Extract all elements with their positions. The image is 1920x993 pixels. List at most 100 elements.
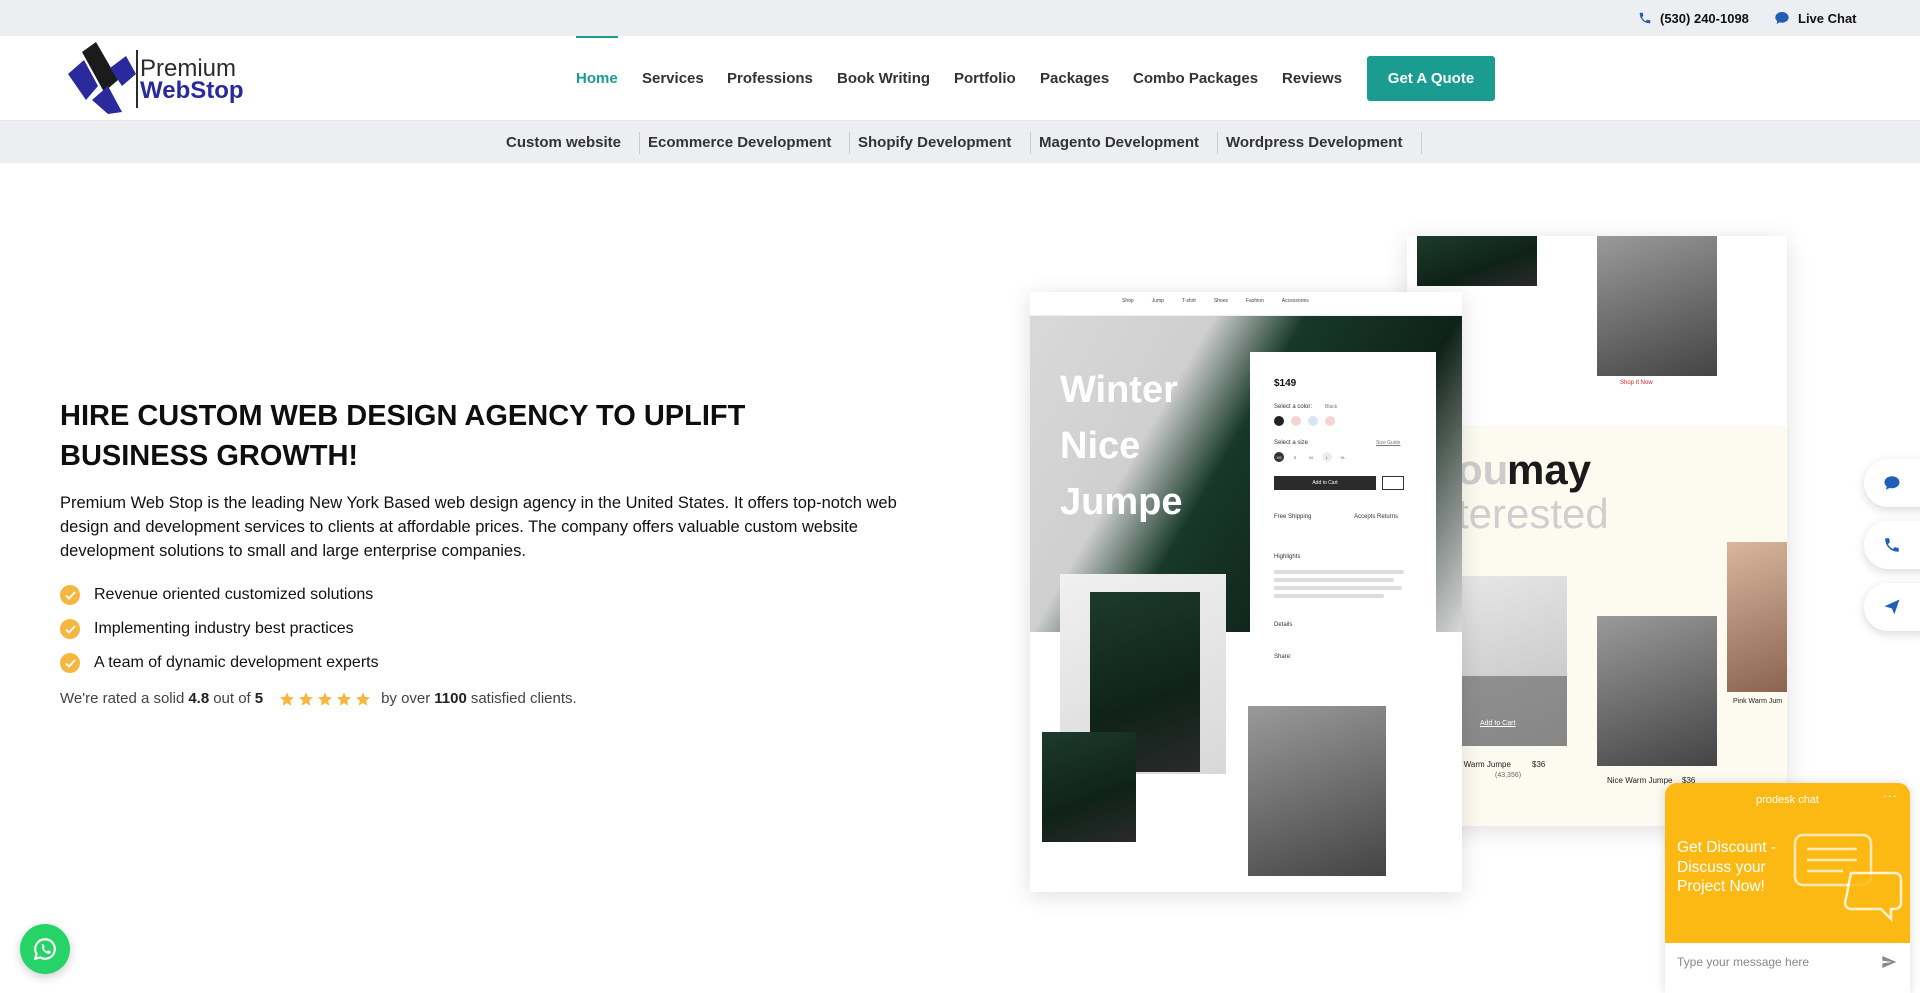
- list-item: Implementing industry best practices: [60, 612, 379, 646]
- side-send-button[interactable]: [1864, 583, 1920, 631]
- hero-bullet-list: Revenue oriented customized solutions Im…: [60, 578, 379, 680]
- hero-description: Premium Web Stop is the leading New York…: [60, 494, 897, 560]
- star-rating: [279, 691, 371, 707]
- mockup-price: $149: [1274, 378, 1297, 389]
- phone-icon: [1639, 12, 1651, 24]
- mockup-nav-item: T-shirt: [1181, 298, 1196, 304]
- rating-score: 4.8: [188, 690, 210, 707]
- check-icon: [60, 585, 80, 605]
- mockup-back-card: Shop It Now ou may terested Add to Cart …: [1407, 236, 1787, 826]
- subnav-shopify-development[interactable]: Shopify Development: [858, 121, 1011, 163]
- mockup-hero-line: Jumpe: [1060, 481, 1183, 523]
- mockup-color-value: Black: [1325, 404, 1338, 410]
- mockup-size: XL: [1340, 454, 1346, 460]
- mockup-nav-item: Shop: [1122, 298, 1134, 304]
- logo-text: Premium WebStop: [140, 57, 244, 104]
- top-utility-bar: (530) 240-1098 Live Chat: [0, 0, 1920, 36]
- rating-by: by over: [381, 690, 431, 707]
- nav-reviews[interactable]: Reviews: [1282, 36, 1342, 121]
- more-icon[interactable]: ···: [1883, 787, 1897, 803]
- mockup-interested-text: terested: [1457, 490, 1609, 537]
- phone-number: (530) 240-1098: [1660, 10, 1749, 26]
- star-icon: [337, 691, 352, 706]
- chat-bubble-icon: [1775, 12, 1789, 24]
- list-item: A team of dynamic development experts: [60, 646, 379, 680]
- mockup-text-line: [1274, 570, 1404, 574]
- chat-widget[interactable]: prodesk chat ··· Get Discount - Discuss …: [1665, 783, 1910, 993]
- mockup-size-guide: Size Guide: [1376, 440, 1401, 446]
- mockup-photo: [1042, 732, 1136, 842]
- mockup-photo: [1727, 542, 1787, 692]
- nav-home[interactable]: Home: [576, 36, 618, 121]
- mockup-size: M: [1309, 454, 1313, 460]
- mockup-product-1-price: $36: [1532, 760, 1546, 769]
- mockup-nav-item: Fashion: [1246, 298, 1264, 304]
- mockup-photo: [1248, 706, 1386, 876]
- mockup-overlay: [1457, 676, 1567, 746]
- mockup-text-line: [1274, 578, 1394, 582]
- subnav-divider: [639, 132, 640, 154]
- mockup-hero-text: Winter Nice Jumpe: [1060, 362, 1182, 530]
- logo-mark-icon: [68, 42, 136, 114]
- nav-portfolio[interactable]: Portfolio: [954, 36, 1016, 121]
- logo[interactable]: Premium WebStop: [64, 42, 254, 114]
- mockup-product-3: Pink Warm Jum: [1733, 698, 1783, 705]
- phone-icon: [1885, 538, 1899, 552]
- mockup-details: Details: [1274, 622, 1293, 628]
- mockup-accepts-returns: Accepts Returns: [1354, 514, 1399, 520]
- mockup-free-shipping: Free Shipping: [1274, 514, 1312, 520]
- list-item: Revenue oriented customized solutions: [60, 578, 379, 612]
- nav-combo-packages[interactable]: Combo Packages: [1133, 36, 1258, 121]
- mockup-swatch: [1291, 416, 1301, 426]
- subnav-magento-development[interactable]: Magento Development: [1039, 121, 1199, 163]
- star-icon: [318, 691, 333, 706]
- mockup-nav-item: Jump: [1151, 298, 1164, 304]
- chat-brand: prodesk chat: [1756, 794, 1819, 806]
- star-icon: [356, 691, 371, 706]
- subnav-custom-website[interactable]: Custom website: [506, 121, 621, 163]
- mockup-product-panel: $149 Select a color: Black Select a size…: [1250, 352, 1436, 692]
- get-a-quote-button[interactable]: Get A Quote: [1367, 56, 1495, 101]
- nav-professions[interactable]: Professions: [727, 36, 813, 121]
- whatsapp-icon: [33, 938, 56, 961]
- mockup-sizes: XS S M L XL: [1274, 452, 1348, 462]
- mockup-size: S: [1293, 454, 1297, 460]
- live-chat-label: Live Chat: [1798, 10, 1857, 26]
- mockup-photo: [1597, 236, 1717, 376]
- hero-title: HIRE CUSTOM WEB DESIGN AGENCY TO UPLIFT …: [60, 400, 746, 472]
- mockup-shop-link: Shop It Now: [1620, 380, 1653, 386]
- nav-services[interactable]: Services: [642, 36, 704, 121]
- send-icon[interactable]: [1881, 954, 1897, 970]
- mockup-share: Share:: [1274, 654, 1292, 660]
- chat-message-input[interactable]: Type your message here: [1677, 955, 1809, 969]
- logo-divider: [136, 50, 138, 108]
- mockup-nav-item: Accessories: [1281, 298, 1309, 304]
- services-subnav: Custom website Ecommerce Development Sho…: [0, 121, 1920, 163]
- nav-book-writing[interactable]: Book Writing: [837, 36, 930, 121]
- mockup-add-to-cart: Add to Cart: [1274, 476, 1376, 490]
- mockup-select-color: Select a color:: [1274, 404, 1313, 410]
- mockup-text-line: [1274, 586, 1402, 590]
- mockup-swatch: [1325, 416, 1335, 426]
- side-chat-button[interactable]: [1864, 459, 1920, 507]
- main-header: Premium WebStop Home Services Profession…: [0, 36, 1920, 121]
- mockup-swatch: [1274, 416, 1284, 426]
- paper-plane-icon: [1884, 599, 1900, 615]
- mockup-reviews-count: (43,356): [1495, 772, 1522, 779]
- subnav-ecommerce-development[interactable]: Ecommerce Development: [648, 121, 831, 163]
- nav-packages[interactable]: Packages: [1040, 36, 1109, 121]
- whatsapp-button[interactable]: [20, 924, 70, 974]
- bullet-text: Revenue oriented customized solutions: [94, 586, 374, 603]
- phone-link[interactable]: (530) 240-1098: [1638, 0, 1749, 36]
- bullet-text: A team of dynamic development experts: [94, 654, 379, 671]
- mockup-hero-line: Winter: [1060, 369, 1178, 411]
- subnav-divider: [849, 132, 850, 154]
- mockup-may-text-b: may: [1507, 446, 1592, 493]
- side-call-button[interactable]: [1864, 521, 1920, 569]
- mockup-nav-item: Shoes: [1213, 298, 1228, 304]
- mockup-product-1: o Warm Jumpe: [1457, 760, 1511, 769]
- subnav-wordpress-development[interactable]: Wordpress Development: [1226, 121, 1402, 163]
- live-chat-link[interactable]: Live Chat: [1774, 0, 1857, 36]
- logo-line-2: WebStop: [140, 77, 244, 104]
- mockup-navbar: Shop Jump T-shirt Shoes Fashion Accessor…: [1030, 292, 1462, 316]
